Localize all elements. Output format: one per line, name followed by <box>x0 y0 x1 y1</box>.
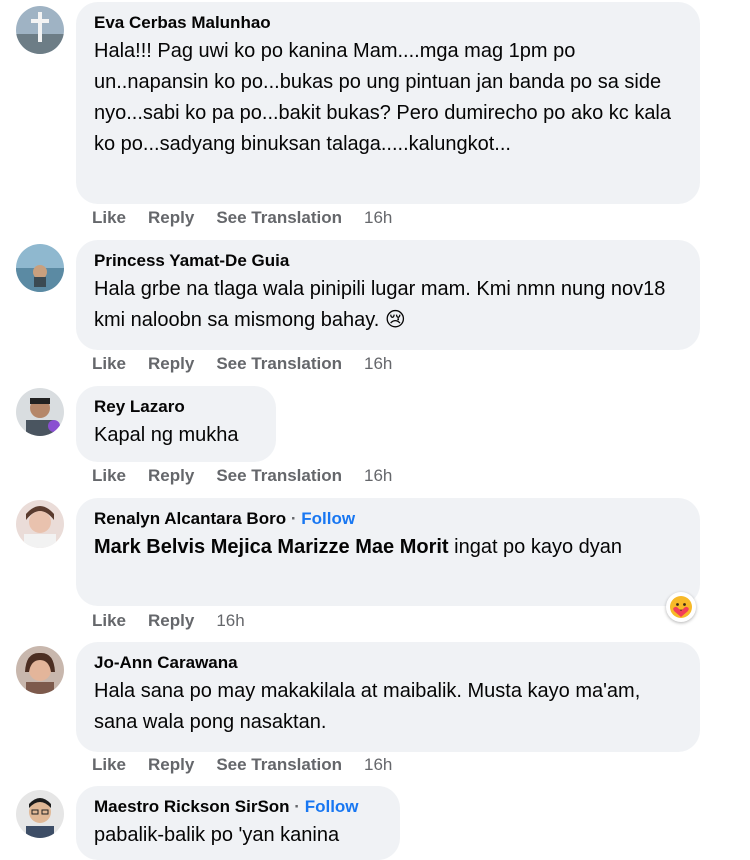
comment-bubble: Maestro Rickson SirSon · Follow pabalik-… <box>76 786 400 860</box>
follow-button[interactable]: Follow <box>301 509 355 528</box>
reply-button[interactable]: Reply <box>148 611 194 631</box>
mention-link[interactable]: Mark Belvis Mejica Marizze Mae Morit <box>94 536 449 558</box>
commenter-name: Renalyn Alcantara Boro · Follow <box>94 508 682 530</box>
like-button[interactable]: Like <box>92 755 126 775</box>
comment-actions: Like Reply See Translation 16h <box>92 206 414 230</box>
comment-text-body: ingat po kayo dyan <box>448 536 623 558</box>
commenter-name-link[interactable]: Maestro Rickson SirSon <box>94 797 290 816</box>
like-button[interactable]: Like <box>92 208 126 228</box>
reply-button[interactable]: Reply <box>148 755 194 775</box>
comment-actions: Like Reply See Translation 16h <box>92 753 414 777</box>
avatar[interactable] <box>16 790 64 838</box>
comment-text: Mark Belvis Mejica Marizze Mae Morit ing… <box>94 532 682 563</box>
comment-bubble: Eva Cerbas Malunhao Hala!!! Pag uwi ko p… <box>76 2 700 204</box>
reply-button[interactable]: Reply <box>148 466 194 486</box>
comment-bubble: Renalyn Alcantara Boro · Follow Mark Bel… <box>76 498 700 606</box>
commenter-name[interactable]: Jo-Ann Carawana <box>94 652 682 674</box>
follow-button[interactable]: Follow <box>305 797 359 816</box>
care-emoji-icon <box>670 596 692 618</box>
comment-text: Hala sana po may makakilala at maibalik.… <box>94 680 641 733</box>
like-button[interactable]: Like <box>92 611 126 631</box>
comment-bubble: Princess Yamat-De Guia Hala grbe na tlag… <box>76 240 700 350</box>
comment-bubble: Rey Lazaro Kapal ng mukha <box>76 386 276 462</box>
commenter-name[interactable]: Rey Lazaro <box>94 396 258 418</box>
timestamp[interactable]: 16h <box>364 755 392 775</box>
timestamp[interactable]: 16h <box>364 466 392 486</box>
reply-button[interactable]: Reply <box>148 354 194 374</box>
comment-actions: Like Reply See Translation 16h <box>92 352 414 376</box>
commenter-name[interactable]: Eva Cerbas Malunhao <box>94 12 682 34</box>
reply-button[interactable]: Reply <box>148 208 194 228</box>
comment-actions: Like Reply See Translation 16h <box>92 464 414 488</box>
comment-text: Hala grbe na tlaga wala pinipili lugar m… <box>94 278 666 331</box>
like-button[interactable]: Like <box>92 466 126 486</box>
comment-actions: Like Reply 16h <box>92 609 267 633</box>
see-translation-link[interactable]: See Translation <box>216 208 342 228</box>
see-translation-link[interactable]: See Translation <box>216 755 342 775</box>
comment-text: pabalik-balik po 'yan kanina <box>94 824 340 846</box>
timestamp[interactable]: 16h <box>364 208 392 228</box>
comment-text: Kapal ng mukha <box>94 424 239 446</box>
avatar[interactable] <box>16 646 64 694</box>
follow-separator: · <box>294 797 300 816</box>
follow-separator: · <box>290 509 297 528</box>
commenter-name-link[interactable]: Renalyn Alcantara Boro <box>94 509 286 528</box>
reaction-badge[interactable] <box>666 592 696 622</box>
avatar[interactable] <box>16 500 64 548</box>
see-translation-link[interactable]: See Translation <box>216 354 342 374</box>
timestamp[interactable]: 16h <box>364 354 392 374</box>
commenter-name[interactable]: Princess Yamat-De Guia <box>94 250 682 272</box>
avatar[interactable] <box>16 6 64 54</box>
timestamp[interactable]: 16h <box>216 611 244 631</box>
like-button[interactable]: Like <box>92 354 126 374</box>
avatar[interactable] <box>16 388 64 436</box>
commenter-name: Maestro Rickson SirSon · Follow <box>94 796 382 818</box>
avatar[interactable] <box>16 244 64 292</box>
comment-bubble: Jo-Ann Carawana Hala sana po may makakil… <box>76 642 700 752</box>
see-translation-link[interactable]: See Translation <box>216 466 342 486</box>
comment-text: Hala!!! Pag uwi ko po kanina Mam....mga … <box>94 40 672 155</box>
